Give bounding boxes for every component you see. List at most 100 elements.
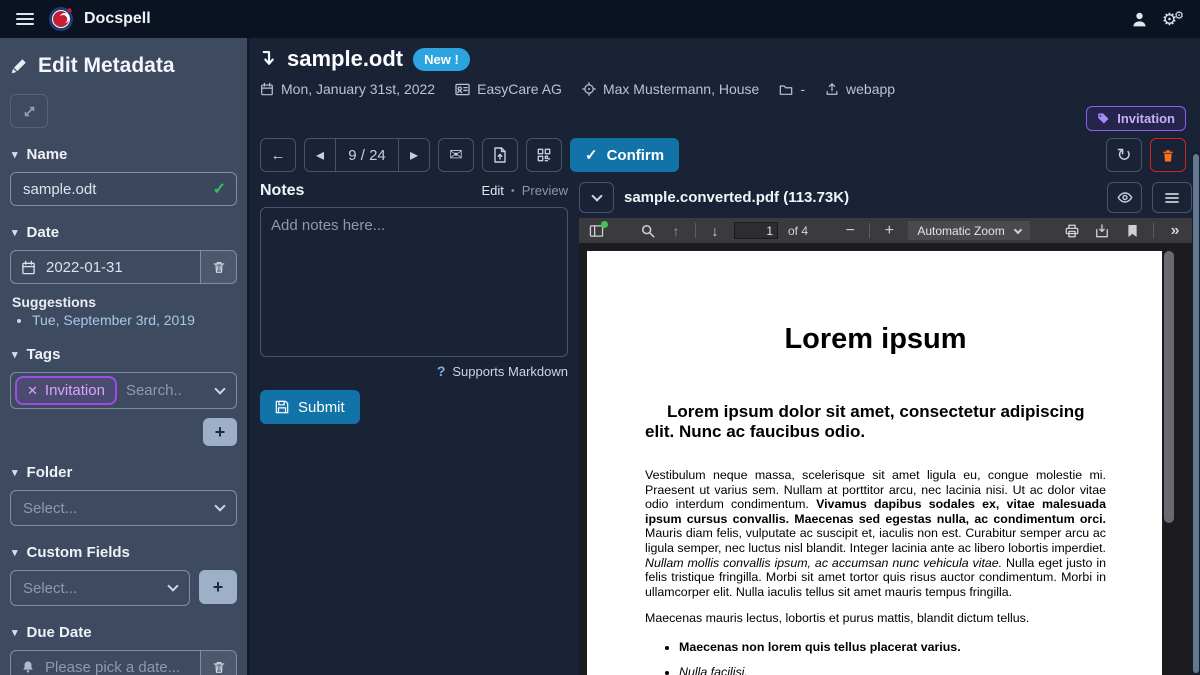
pdf-sidebar-toggle-button[interactable] [587, 224, 605, 238]
name-section-header[interactable]: ▾ Name [12, 146, 235, 163]
sidebar-title-row: Edit Metadata [10, 54, 237, 78]
next-item-button[interactable]: ▸ [399, 139, 429, 171]
chevron-down-icon [1013, 225, 1021, 233]
item-concerning: Max Mustermann, House [582, 81, 759, 97]
name-input[interactable] [21, 180, 204, 199]
bookmark-icon [1127, 224, 1138, 238]
custom-field-select[interactable]: Select... [10, 570, 190, 606]
pdf-bookmark-button[interactable] [1123, 224, 1141, 238]
notes-edit-link[interactable]: Edit [481, 183, 503, 198]
tags-select[interactable]: ✕ Invitation Search.. [10, 372, 237, 409]
tags-search-placeholder: Search.. [126, 382, 207, 399]
pdf-page-down-button[interactable]: ↓ [706, 223, 724, 239]
add-files-button[interactable] [482, 138, 518, 172]
pdf-document-title: Lorem ipsum [645, 323, 1106, 356]
chevron-down-icon [214, 383, 225, 394]
pager-position: 9 / 24 [335, 139, 399, 171]
attachment-filename: sample.converted.pdf (113.73K) [624, 189, 1097, 206]
date-suggestion-link[interactable]: Tue, September 3rd, 2019 [32, 312, 237, 328]
user-menu-button[interactable] [1131, 11, 1148, 28]
folder-select[interactable]: Select... [10, 490, 237, 526]
custom-field-placeholder: Select... [23, 580, 160, 597]
qrcode-icon [537, 148, 551, 162]
attachment-menu-button[interactable] [1152, 182, 1192, 213]
calendar-icon [21, 260, 36, 275]
save-icon [1095, 224, 1109, 238]
chevron-down-icon [167, 580, 178, 591]
minus-icon: − [846, 222, 855, 240]
edit-metadata-sidebar: Edit Metadata ▾ Name ✓ ▾ Date 2022-01-31 [0, 38, 250, 675]
pdf-zoom-in-button[interactable]: + [880, 222, 898, 240]
menu-button[interactable] [16, 12, 34, 26]
pdf-more-tools-button[interactable]: » [1166, 222, 1184, 240]
tag-chip-label: Invitation [45, 382, 105, 399]
pdf-zoom-out-button[interactable]: − [841, 222, 859, 240]
item-tag-badge: Invitation [1086, 106, 1186, 131]
notes-preview-link[interactable]: Preview [522, 183, 568, 198]
due-date-section-label: Due Date [27, 624, 92, 641]
caret-down-icon: ▾ [12, 348, 18, 361]
help-icon: ? [437, 363, 446, 379]
pdf-save-button[interactable] [1093, 224, 1111, 238]
custom-fields-section-header[interactable]: ▾ Custom Fields [12, 544, 235, 561]
delete-item-button[interactable] [1150, 138, 1186, 172]
floppy-icon [275, 400, 289, 414]
due-date-field-box: Please pick a date... [10, 650, 237, 675]
confirm-button[interactable]: ✓ Confirm [570, 138, 679, 172]
due-date-picker[interactable]: Please pick a date... [11, 651, 200, 675]
arrow-left-icon: ← [271, 147, 286, 164]
date-section-header[interactable]: ▾ Date [12, 224, 235, 241]
pdf-bullet: Nulla facilisi. [679, 665, 1106, 675]
submit-notes-button[interactable]: Submit [260, 390, 360, 424]
folder-section-header[interactable]: ▾ Folder [12, 464, 235, 481]
pdf-search-button[interactable] [639, 224, 657, 238]
top-navbar: Docspell ⚙ ⚙ [0, 0, 1200, 38]
pdf-bullet: Maecenas non lorem quis tellus placerat … [679, 640, 1106, 654]
link-divider: • [511, 185, 515, 197]
caret-down-icon: ▾ [12, 466, 18, 479]
due-date-placeholder: Please pick a date... [45, 659, 190, 675]
pdf-page-up-button[interactable]: ↑ [667, 223, 685, 239]
pdf-page-input[interactable] [734, 222, 778, 239]
collapse-attachment-button[interactable] [579, 182, 614, 213]
clear-due-date-button[interactable] [200, 651, 236, 675]
plus-icon: + [213, 577, 224, 598]
search-icon [641, 224, 655, 238]
suggestions-label: Suggestions [12, 294, 235, 310]
page-scrollbar-thumb[interactable] [1193, 154, 1199, 673]
app-logo[interactable]: Docspell [48, 6, 151, 32]
calendar-icon [260, 82, 274, 96]
tag-chip-invitation[interactable]: ✕ Invitation [15, 376, 117, 405]
markdown-hint: ? Supports Markdown [260, 363, 568, 379]
prev-item-button[interactable]: ◂ [305, 139, 335, 171]
pdf-page-count: of 4 [788, 224, 808, 238]
pdf-print-button[interactable] [1063, 224, 1081, 238]
expand-icon [22, 104, 37, 119]
page-scrollbar[interactable] [1192, 152, 1200, 675]
reload-button[interactable]: ↻ [1106, 138, 1142, 172]
plus-icon: + [885, 222, 894, 240]
clear-date-button[interactable] [200, 251, 236, 283]
notes-textarea[interactable] [260, 207, 568, 357]
printer-icon [1065, 224, 1079, 238]
add-tag-button[interactable]: + [203, 418, 237, 446]
check-icon: ✓ [585, 146, 598, 164]
add-custom-field-button[interactable]: + [199, 570, 237, 604]
item-title: sample.odt [287, 46, 403, 72]
pdf-scrollbar[interactable] [1164, 251, 1174, 523]
date-picker[interactable]: 2022-01-31 [11, 251, 200, 283]
back-button[interactable]: ← [260, 138, 296, 172]
send-mail-button[interactable]: ✉ [438, 138, 474, 172]
expand-sidebar-button[interactable] [10, 94, 48, 128]
pdf-paragraph: Maecenas mauris lectus, lobortis et puru… [645, 611, 1106, 626]
arrow-down-icon: ↓ [712, 223, 719, 239]
preview-attachment-button[interactable] [1107, 182, 1142, 213]
qr-code-button[interactable] [526, 138, 562, 172]
due-date-section-header[interactable]: ▾ Due Date [12, 624, 235, 641]
remove-tag-icon[interactable]: ✕ [27, 383, 38, 399]
item-source: webapp [825, 81, 895, 97]
settings-button[interactable]: ⚙ ⚙ [1162, 11, 1184, 28]
pdf-zoom-select[interactable]: Automatic Zoom [908, 221, 1029, 240]
chevron-down-icon [591, 190, 602, 201]
tags-section-header[interactable]: ▾ Tags [12, 346, 235, 363]
